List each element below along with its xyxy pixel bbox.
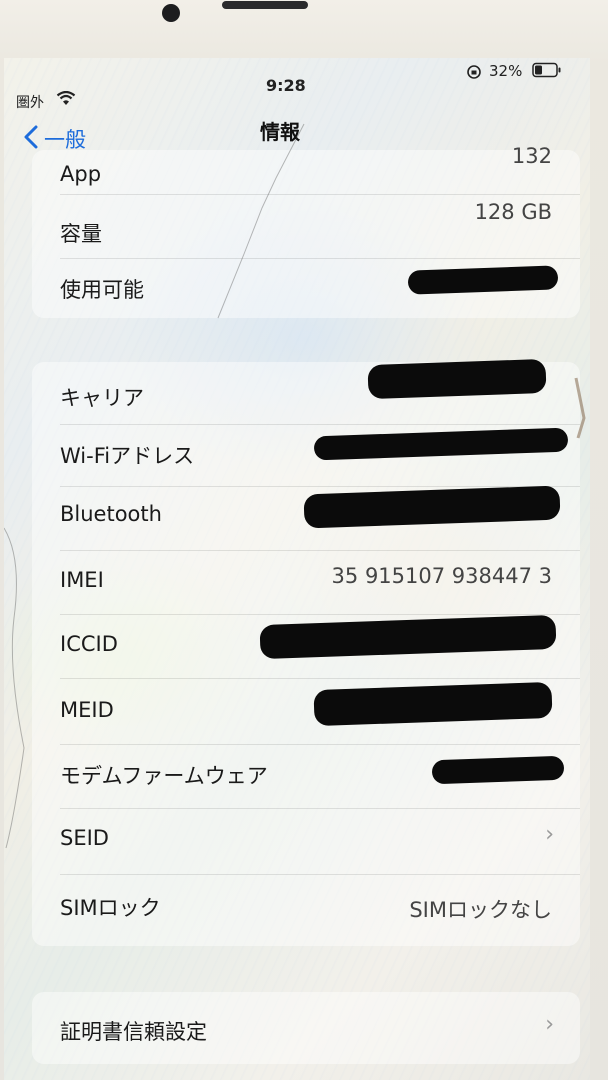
list-item-capacity: 容量 128 GB [32, 194, 580, 254]
row-label: キャリア [60, 386, 144, 410]
redaction-mark [313, 681, 553, 727]
row-label: 使用可能 [60, 278, 144, 302]
row-label: 証明書信頼設定 [60, 1020, 207, 1044]
status-time: 9:28 [266, 76, 306, 95]
screen: 圏外 9:28 32% 一般 情報 App 132 容量 128 GB 使用可能… [4, 58, 590, 1080]
carrier-label: 圏外 [16, 95, 44, 111]
redaction-mark [367, 358, 547, 400]
row-label: App [60, 162, 102, 186]
list-item-iccid: ICCID [32, 614, 580, 674]
list-item-carrier: キャリア [32, 358, 580, 422]
row-label: SIMロック [60, 896, 161, 920]
earpiece-speaker [222, 1, 308, 9]
page-title: 情報 [260, 120, 300, 144]
battery-icon [532, 62, 562, 82]
list-item-imei: IMEI 35 915107 938447 3 [32, 550, 580, 610]
chevron-right-icon: › [545, 822, 554, 847]
row-label: Wi-Fiアドレス [60, 444, 195, 468]
row-label: Bluetooth [60, 502, 162, 526]
list-item-available: 使用可能 [32, 258, 580, 318]
list-item-sim-lock: SIMロック SIMロックなし [32, 874, 580, 934]
list-item-bluetooth: Bluetooth [32, 485, 580, 546]
list-item-meid: MEID [32, 678, 580, 738]
row-label: MEID [60, 698, 114, 722]
list-item-wifi-address: Wi-Fiアドレス [32, 424, 580, 484]
list-item-seid[interactable]: SEID › [32, 808, 580, 868]
row-label: ICCID [60, 632, 118, 656]
certificate-group: 証明書信頼設定 › [32, 992, 580, 1064]
chevron-right-icon: › [545, 1012, 554, 1037]
battery-percent: 32% [489, 62, 523, 80]
status-bar: 圏外 9:28 32% [4, 58, 590, 111]
chevron-left-icon [24, 125, 38, 153]
list-item-certificate-trust[interactable]: 証明書信頼設定 › [32, 992, 580, 1064]
row-label: IMEI [60, 568, 104, 592]
row-label: モデムファームウェア [60, 764, 268, 788]
network-group: キャリア Wi-Fiアドレス Bluetooth IMEI 35 915107 … [32, 358, 580, 946]
redaction-mark [303, 485, 561, 529]
wifi-icon [56, 90, 76, 110]
orientation-lock-icon [466, 64, 482, 84]
row-value: SIMロックなし [409, 898, 552, 922]
redaction-mark [431, 755, 565, 785]
redaction-mark [259, 614, 557, 660]
row-value: 132 [511, 144, 552, 168]
storage-group: App 132 容量 128 GB 使用可能 [32, 144, 580, 318]
row-label: SEID [60, 826, 109, 850]
list-item-modem-firmware: モデムファームウェア [32, 744, 580, 804]
row-label: 容量 [60, 222, 102, 246]
redaction-mark [407, 265, 559, 295]
front-camera [162, 4, 180, 22]
redaction-mark [313, 427, 569, 461]
row-value: 128 GB [474, 200, 552, 224]
row-value: 35 915107 938447 3 [331, 564, 552, 588]
